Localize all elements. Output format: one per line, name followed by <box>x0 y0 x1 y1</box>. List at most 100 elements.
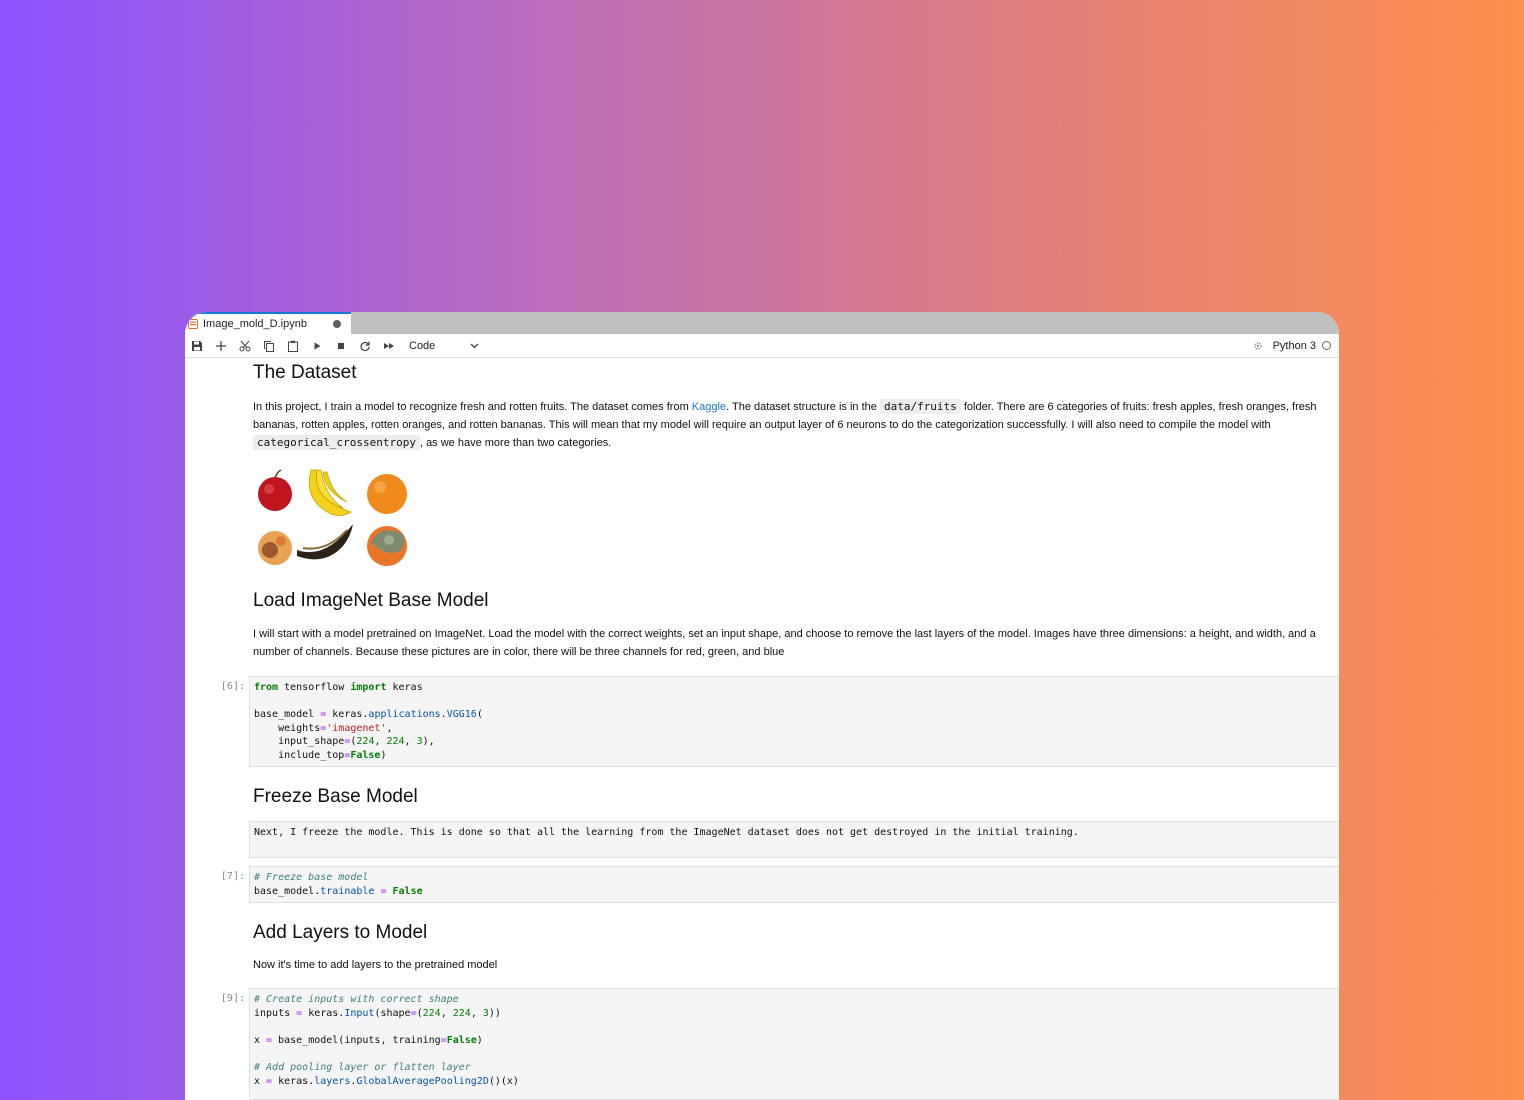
text-span: . The dataset structure is in the <box>726 401 880 413</box>
code-token: = <box>344 736 351 748</box>
code-cell-6[interactable]: from tensorflow import keras base_model … <box>249 676 1339 767</box>
code-token: # Freeze base model <box>254 872 369 883</box>
code-token: keras <box>386 682 423 693</box>
code-cell-7[interactable]: # Freeze base model base_model.trainable… <box>249 866 1339 903</box>
inline-code-path: data/fruits <box>879 399 961 414</box>
cell-prompt: [6]: <box>220 681 245 692</box>
text-span: , as we have more than two categories. <box>419 437 612 449</box>
code-token: trainable <box>320 885 375 897</box>
heading-dataset: The Dataset <box>253 362 357 383</box>
code-token: VGG16 <box>446 709 477 721</box>
play-icon <box>314 342 321 349</box>
code-token: keras. <box>302 1007 345 1019</box>
code-token: include_top <box>254 749 345 761</box>
code-token: layers <box>314 1075 351 1087</box>
fresh-apple-image <box>258 469 292 511</box>
text-span: In this project, I train a model to reco… <box>253 401 692 413</box>
dataset-paragraph: In this project, I train a model to reco… <box>253 398 1325 453</box>
debugger-gear-icon[interactable] <box>1253 341 1263 351</box>
cell-type-value: Code <box>409 339 436 352</box>
restart-run-all-button[interactable] <box>377 335 401 357</box>
code-token: from <box>254 682 279 693</box>
code-token: import <box>350 682 387 693</box>
code-token: 224 <box>386 736 405 748</box>
tab-notebook[interactable]: Image_mold_D.ipynb <box>185 312 351 334</box>
kaggle-link[interactable]: Kaggle <box>692 401 726 413</box>
code-token: base_model. <box>254 885 321 897</box>
kernel-name[interactable]: Python 3 <box>1273 340 1316 352</box>
code-token: ()(x) <box>488 1075 519 1087</box>
heading-freeze: Freeze Base Model <box>253 786 418 807</box>
stop-icon <box>338 342 344 349</box>
code-token: , <box>386 722 393 734</box>
kernel-idle-icon <box>1322 341 1331 350</box>
kernel-status: Python 3 <box>1253 334 1331 357</box>
cell-prompt: [7]: <box>220 871 245 882</box>
code-token: 224 <box>422 1007 441 1019</box>
rotten-banana-image <box>297 524 353 560</box>
code-token: 224 <box>452 1007 471 1019</box>
code-token: ( <box>476 709 483 721</box>
cell-prompt: [9]: <box>220 993 245 1004</box>
rotten-apple-image <box>258 531 292 565</box>
cell-type-select[interactable]: Code <box>409 340 479 352</box>
code-token: (shape <box>374 1007 411 1019</box>
code-cell-9[interactable]: # Create inputs with correct shape input… <box>249 988 1339 1100</box>
code-token: 'imagenet' <box>326 722 387 734</box>
notebook-body: The Dataset In this project, I train a m… <box>185 358 1339 1100</box>
code-token: applications <box>368 709 441 721</box>
code-token: base_model(inputs, training <box>272 1034 441 1046</box>
insert-cell-button[interactable] <box>209 335 233 357</box>
heading-imagenet: Load ImageNet Base Model <box>253 590 489 611</box>
cut-button[interactable] <box>233 335 257 357</box>
code-token: GlobalAveragePooling2D <box>356 1075 489 1087</box>
fresh-banana-image <box>308 469 352 516</box>
notebook-file-icon <box>188 319 198 329</box>
notebook-window: Image_mold_D.ipynb Code Python 3 The Dat… <box>185 312 1339 1100</box>
code-token: # Create inputs with correct shape <box>254 994 459 1005</box>
code-token: 3 <box>482 1007 489 1019</box>
code-token: # Add pooling layer or flatten layer <box>254 1061 471 1073</box>
code-token: base_model <box>254 709 321 721</box>
add-layers-paragraph: Now it's time to add layers to the pretr… <box>253 959 498 971</box>
code-token: tensorflow <box>278 682 351 693</box>
copy-button[interactable] <box>257 335 281 357</box>
code-token: weights <box>254 722 321 734</box>
clipboard-icon <box>288 340 298 352</box>
refresh-icon <box>360 341 370 351</box>
heading-add-layers: Add Layers to Model <box>253 922 428 943</box>
fast-forward-icon <box>384 342 394 349</box>
rotten-orange-image <box>367 526 407 566</box>
unsaved-dot-icon[interactable] <box>333 320 341 328</box>
save-icon <box>192 340 202 351</box>
inline-code-loss: categorical_crossentropy <box>253 435 420 450</box>
code-token: Input <box>344 1007 375 1019</box>
plus-icon <box>216 340 226 351</box>
fresh-orange-image <box>367 474 407 514</box>
notebook-toolbar: Code Python 3 <box>185 334 1339 358</box>
save-button[interactable] <box>185 335 209 357</box>
code-token: inputs <box>254 1007 297 1019</box>
run-button[interactable] <box>305 335 329 357</box>
code-token: x <box>254 1075 267 1087</box>
code-token: keras. <box>272 1075 315 1087</box>
restart-button[interactable] <box>353 335 377 357</box>
fruit-images <box>258 469 407 566</box>
code-token: x <box>254 1034 267 1046</box>
code-token: False <box>392 885 423 897</box>
code-token: keras. <box>326 709 369 721</box>
code-token: 224 <box>356 736 375 748</box>
scissors-icon <box>239 340 251 351</box>
code-token: False <box>446 1034 477 1046</box>
code-token: 3 <box>416 736 423 748</box>
imagenet-paragraph: I will start with a model pretrained on … <box>253 628 1316 658</box>
tab-filename: Image_mold_D.ipynb <box>203 318 307 330</box>
code-token: False <box>350 749 381 761</box>
code-token: input_shape <box>254 736 345 748</box>
interrupt-button[interactable] <box>329 335 353 357</box>
raw-cell-freeze[interactable]: Next, I freeze the modle. This is done s… <box>249 821 1339 858</box>
chevron-down-icon <box>470 343 479 348</box>
copy-icon <box>264 340 274 352</box>
tab-bar: Image_mold_D.ipynb <box>185 312 1339 334</box>
paste-button[interactable] <box>281 335 305 357</box>
